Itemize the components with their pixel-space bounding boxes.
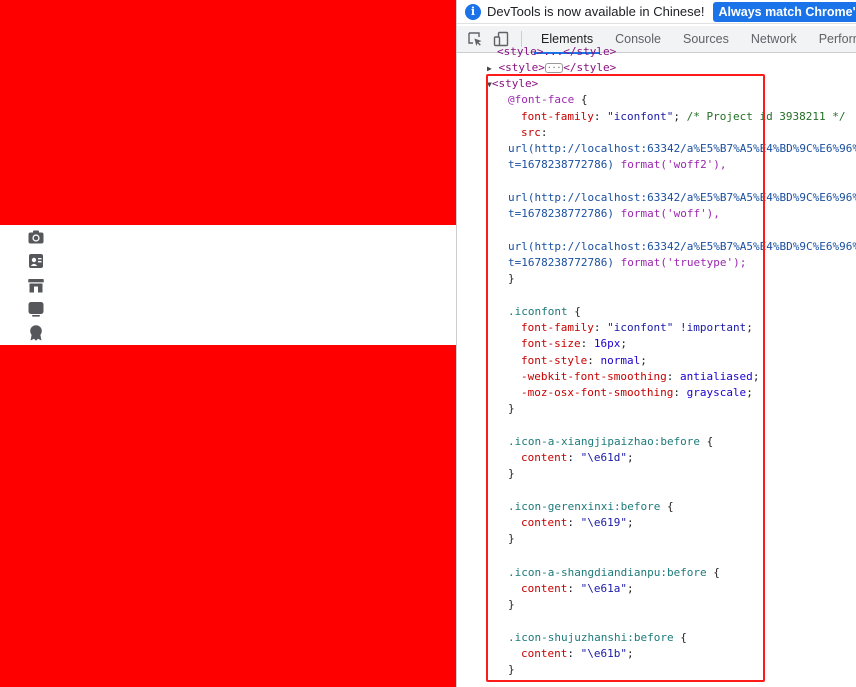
css-property: font-family — [521, 321, 594, 334]
monitor-icon — [27, 300, 45, 318]
code-line: } — [508, 531, 515, 547]
css-selector: .icon-shujuzhanshi:before — [508, 631, 674, 644]
css-value: "\e61a" — [580, 582, 627, 595]
code-line: font-size: 16px; — [521, 337, 627, 350]
code-line: content: "\e619"; — [521, 516, 634, 529]
brace: } — [508, 272, 515, 285]
tab-sources[interactable]: Sources — [672, 26, 740, 53]
elements-tree: <style>...</style> ▶ <style> ··· </style> … — [457, 45, 856, 687]
css-url[interactable]: t=1678238772786) — [508, 158, 614, 171]
css-url[interactable]: url(http://localhost:63342/a%E5%B7%A5%E4… — [508, 191, 856, 204]
code-line: t=1678238772786) format('woff'), — [508, 206, 720, 222]
code-line: url(http://localhost:63342/a%E5%B7%A5%E4… — [508, 141, 856, 157]
store-icon — [27, 276, 45, 294]
code-line: font-style: normal; — [521, 354, 647, 367]
at-rule: @font-face — [508, 93, 575, 106]
page-viewport — [0, 0, 456, 687]
code-line: .icon-shujuzhanshi:before { — [508, 631, 687, 644]
match-language-button[interactable]: Always match Chrome's langua — [712, 1, 856, 22]
tab-network[interactable]: Network — [740, 26, 808, 53]
css-property: content — [521, 647, 568, 660]
code-line: .icon-a-shangdiandianpu:before { — [508, 566, 720, 579]
code-line: url(http://localhost:63342/a%E5%B7%A5%E4… — [508, 190, 856, 206]
css-value: "iconfont" !important — [607, 321, 747, 334]
css-format: format('woff2'), — [620, 158, 727, 171]
css-value: "\e61d" — [580, 451, 627, 464]
css-property: content — [521, 582, 568, 595]
code-line: t=1678238772786) format('truetype'); — [508, 255, 746, 271]
brace: } — [508, 402, 515, 415]
css-property: font-family — [521, 110, 594, 123]
css-value: grayscale — [686, 386, 747, 399]
css-property: content — [521, 451, 568, 464]
css-value: "\e61b" — [580, 647, 627, 660]
inspect-element-icon[interactable] — [467, 31, 483, 47]
code-line: } — [508, 466, 515, 482]
code-line: src: — [521, 126, 548, 139]
code-line: .icon-gerenxinxi:before { — [508, 500, 674, 513]
code-line: font-family: "iconfont" !important; — [521, 321, 753, 334]
brace: { — [574, 93, 588, 106]
css-value: "\e619" — [580, 516, 627, 529]
tab-performance[interactable]: Performa — [808, 26, 856, 53]
css-value: "iconfont" — [607, 110, 674, 123]
code-line: content: "\e61b"; — [521, 647, 634, 660]
code-line: } — [508, 597, 515, 613]
code-line: t=1678238772786) format('woff2'), — [508, 157, 727, 173]
code-line: } — [508, 271, 515, 287]
code-line: .iconfont { — [508, 305, 581, 318]
contact-card-icon — [27, 252, 45, 270]
brace: } — [508, 467, 515, 480]
css-comment: /* Project id 3938211 */ — [686, 110, 846, 123]
css-selector: .icon-a-shangdiandianpu:before — [508, 566, 707, 579]
code-line: } — [508, 662, 515, 678]
ellipsis-icon[interactable]: ··· — [544, 63, 564, 73]
css-url[interactable]: t=1678238772786) — [508, 207, 614, 220]
code-line: } — [508, 401, 515, 417]
brace: } — [508, 598, 515, 611]
style-node-expanded[interactable]: ▼<style> — [487, 76, 538, 92]
css-property: -moz-osx-font-smoothing — [521, 386, 674, 399]
style-node-collapsed[interactable]: ▶ <style> ··· </style> — [487, 60, 616, 76]
css-property: content — [521, 516, 568, 529]
camera-icon — [27, 228, 45, 246]
award-icon — [27, 324, 45, 342]
css-selector: .iconfont — [508, 305, 568, 318]
style-close-tag: </style> — [563, 61, 617, 74]
css-url[interactable]: url(http://localhost:63342/a%E5%B7%A5%E4… — [508, 142, 856, 155]
css-value: antialiased — [679, 370, 753, 383]
style-node-collapsed[interactable]: <style>...</style> — [497, 44, 616, 60]
css-value: 16px — [593, 337, 621, 350]
style-tag-text: <style>...</style> — [497, 45, 617, 58]
css-property: -webkit-font-smoothing — [521, 370, 667, 383]
brace: } — [508, 663, 515, 676]
css-property: src — [521, 126, 541, 139]
icon-band — [0, 225, 456, 345]
info-icon: i — [465, 3, 481, 20]
devtools-panel: i DevTools is now available in Chinese! … — [456, 0, 856, 687]
code-line: -moz-osx-font-smoothing: grayscale; — [521, 386, 753, 399]
language-infobar: i DevTools is now available in Chinese! … — [457, 0, 856, 24]
css-selector: .icon-gerenxinxi:before — [508, 500, 661, 513]
code-line: content: "\e61d"; — [521, 451, 634, 464]
css-url[interactable]: url(http://localhost:63342/a%E5%B7%A5%E4… — [508, 240, 856, 253]
code-line: url(http://localhost:63342/a%E5%B7%A5%E4… — [508, 239, 856, 255]
infobar-message: DevTools is now available in Chinese! — [487, 4, 705, 19]
css-selector: .icon-a-xiangjipaizhao:before — [508, 435, 701, 448]
css-property: font-style — [521, 354, 588, 367]
code-line: font-family: "iconfont"; /* Project id 3… — [521, 110, 846, 123]
css-property: font-size — [521, 337, 581, 350]
code-line: @font-face { — [508, 92, 587, 108]
code-line: content: "\e61a"; — [521, 582, 634, 595]
css-format: format('woff'), — [620, 207, 720, 220]
code-line: -webkit-font-smoothing: antialiased; — [521, 370, 760, 383]
style-open-tag: <style> — [491, 77, 539, 90]
code-line: .icon-a-xiangjipaizhao:before { — [508, 435, 714, 448]
css-format: format('truetype'); — [620, 256, 747, 269]
css-url[interactable]: t=1678238772786) — [508, 256, 614, 269]
css-value: normal — [600, 354, 641, 367]
brace: } — [508, 532, 515, 545]
expand-triangle-icon[interactable]: ▶ — [487, 64, 492, 73]
style-open-tag: <style> — [498, 61, 545, 74]
